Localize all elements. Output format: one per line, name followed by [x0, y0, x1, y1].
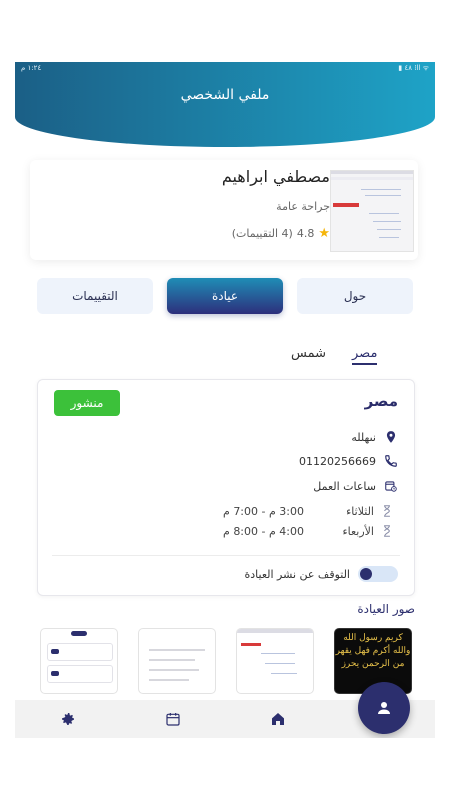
status-bar: ١:٢٤ م ▮ ٤٨ ⁞ll ᯤ [21, 64, 429, 76]
stop-publish-row: التوقف عن نشر العيادة [245, 566, 398, 582]
rating-value: 4.8 [296, 227, 315, 240]
calendar-icon[interactable] [165, 711, 181, 727]
calendar-clock-icon [384, 479, 398, 493]
schedule-row: الأربعاء 4:00 م - 8:00 م [184, 524, 394, 538]
status-time: ١:٢٤ م [21, 64, 42, 72]
header: ١:٢٤ م ▮ ٤٨ ⁞ll ᯤ ملفي الشخصي [15, 62, 435, 147]
clinic-phone[interactable]: 01120256669 [299, 455, 376, 468]
tab-about[interactable]: حول [297, 278, 413, 314]
clinic-address: نىهلله [351, 430, 376, 444]
app-screen: ١:٢٤ م ▮ ٤٨ ⁞ll ᯤ ملفي الشخصي مصطفي ابرا… [15, 62, 435, 738]
address-row: نىهلله [351, 430, 398, 444]
schedule-day: الأربعاء [342, 524, 374, 538]
status-badge: منشور [54, 390, 120, 416]
star-icon: ★ [318, 226, 330, 241]
schedule-day: الثلاثاء [346, 504, 374, 518]
working-hours-row: ساعات العمل [313, 479, 398, 493]
hourglass-icon [380, 524, 394, 538]
clinic-name: مصر [364, 392, 398, 410]
phone-icon [384, 454, 398, 468]
profile-fab-button[interactable] [358, 682, 410, 734]
working-hours-label: ساعات العمل [313, 479, 376, 493]
page-title: ملفي الشخصي [180, 87, 270, 103]
clinic-photo[interactable] [236, 628, 314, 694]
calligraphy-image: كريم رسول الله والله أكرم فهل يقهر من ال… [335, 633, 411, 669]
settings-gear-icon[interactable] [60, 711, 76, 727]
home-icon[interactable] [270, 711, 286, 727]
clinic-photos-gallery: كريم رسول الله والله أكرم فهل يقهر من ال… [40, 628, 412, 694]
clinic-photo[interactable] [40, 628, 118, 694]
divider [52, 555, 400, 556]
reviews-count: (4 التقييمات) [231, 227, 293, 240]
tab-reviews[interactable]: التقييمات [37, 278, 153, 314]
hourglass-icon [380, 504, 394, 518]
rating-summary: ★ 4.8 (4 التقييمات) [232, 226, 330, 241]
clinic-photo[interactable] [138, 628, 216, 694]
location-pin-icon [384, 430, 398, 444]
doctor-specialty: جراحة عامة [276, 200, 330, 213]
stop-publish-label: التوقف عن نشر العيادة [244, 567, 350, 581]
schedule-row: الثلاثاء 3:00 م - 7:00 م [184, 504, 394, 518]
status-indicators: ▮ ٤٨ ⁞ll ᯤ [398, 64, 429, 72]
profile-photo[interactable] [330, 170, 414, 252]
schedule-time: 3:00 م - 7:00 م [223, 504, 304, 518]
clinic-photos-title: صور العيادة [357, 602, 415, 616]
clinic-tab-egypt[interactable]: مصر [352, 346, 378, 365]
stop-publish-toggle[interactable] [358, 566, 398, 582]
schedule-time: 4:00 م - 8:00 م [223, 524, 304, 538]
user-icon [378, 702, 390, 714]
clinic-tab-shams[interactable]: شمس [291, 346, 326, 361]
phone-row: 01120256669 [299, 454, 398, 468]
tab-clinic[interactable]: عيادة [167, 278, 283, 314]
clinic-card: مصر منشور نىهلله 01120256669 ساعات العمل [37, 379, 415, 596]
doctor-name: مصطفي ابراهيم [221, 167, 330, 186]
